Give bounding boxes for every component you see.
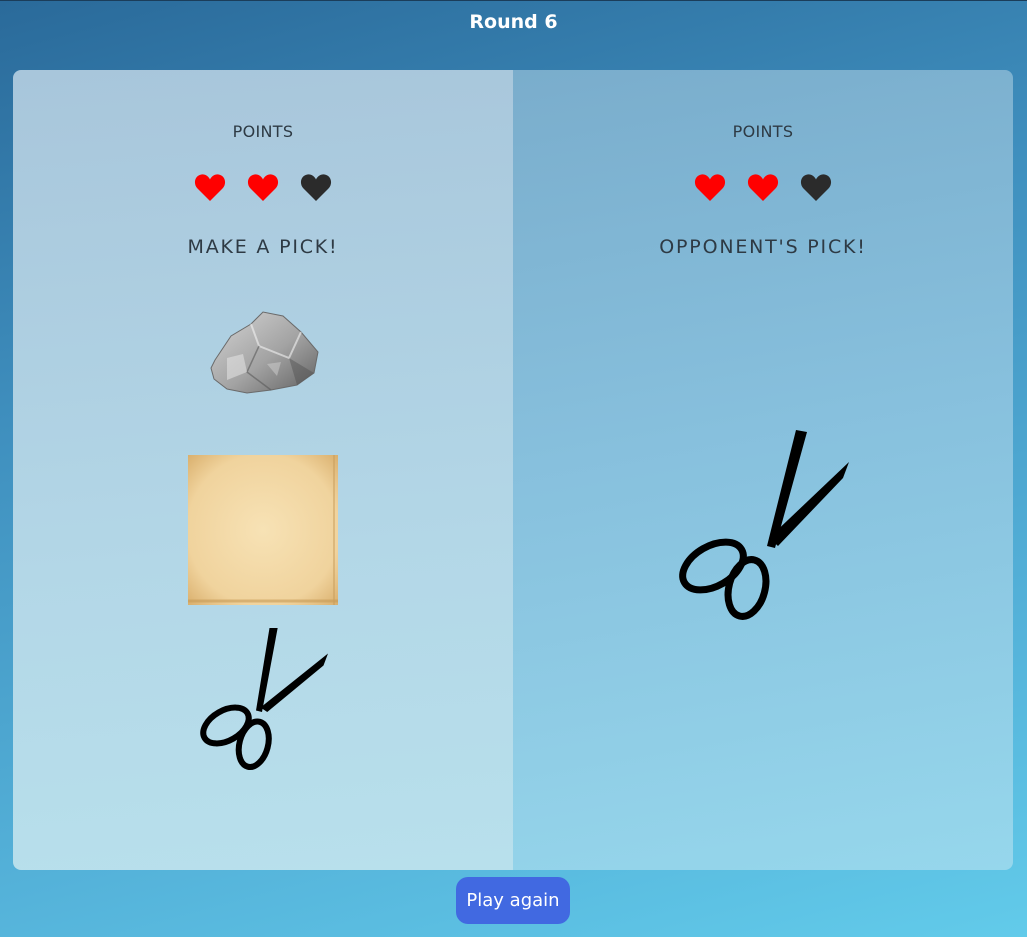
opponent-lives bbox=[513, 172, 1013, 202]
play-again-button[interactable]: Play again bbox=[456, 877, 570, 924]
opponent-panel: POINTS OPPONENT'S PICK! bbox=[513, 70, 1013, 870]
round-title: Round 6 bbox=[469, 11, 558, 33]
heart-icon bbox=[694, 172, 726, 202]
heart-icon bbox=[247, 172, 279, 202]
opponent-pick-label: OPPONENT'S PICK! bbox=[659, 236, 867, 258]
opponent-points-label: POINTS bbox=[732, 122, 794, 141]
heart-icon bbox=[300, 172, 332, 202]
heart-icon bbox=[194, 172, 226, 202]
player-panel: POINTS MAKE A PICK! bbox=[13, 70, 513, 870]
window-top-border bbox=[0, 0, 1027, 1]
player-lives bbox=[13, 172, 513, 202]
heart-icon bbox=[747, 172, 779, 202]
scissors-icon bbox=[200, 628, 328, 771]
paper-choice-button[interactable] bbox=[188, 455, 338, 605]
game-board: POINTS MAKE A PICK! POINTS OPPONENT'S PI… bbox=[13, 70, 1013, 870]
heart-icon bbox=[800, 172, 832, 202]
rock-choice-button[interactable] bbox=[197, 302, 325, 402]
scissors-icon bbox=[679, 430, 849, 620]
make-a-pick-label: MAKE A PICK! bbox=[187, 236, 339, 258]
opponent-pick bbox=[673, 428, 853, 628]
paper-icon bbox=[188, 455, 338, 605]
player-points-label: POINTS bbox=[232, 122, 294, 141]
scissors-choice-button[interactable] bbox=[196, 628, 331, 778]
rock-icon bbox=[210, 311, 319, 394]
